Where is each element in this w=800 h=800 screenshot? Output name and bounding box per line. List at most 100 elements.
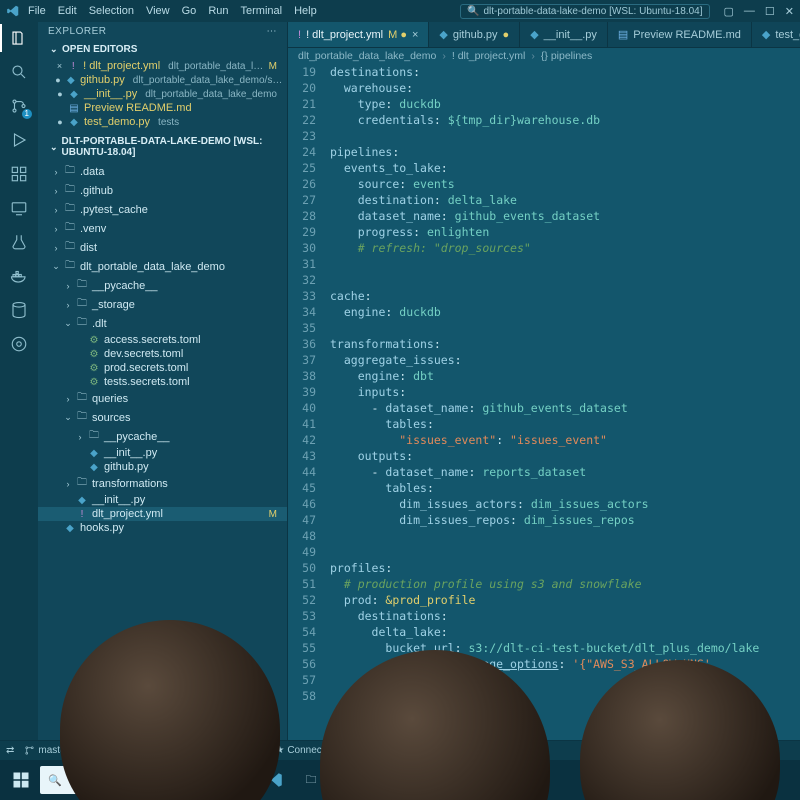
folder-item[interactable]: ⌄🗀.dlt <box>38 314 287 333</box>
gitlens-icon[interactable] <box>9 334 29 354</box>
project-header[interactable]: ⌄DLT-PORTABLE-DATA-LAKE-DEMO [WSL: UBUNT… <box>38 133 287 161</box>
file-item[interactable]: ◆hooks.py <box>38 521 287 535</box>
folder-item[interactable]: ›🗀.github <box>38 181 287 200</box>
activity-bar: 1 <box>0 22 38 740</box>
py-icon: ◆ <box>88 448 100 459</box>
open-editors-header[interactable]: ⌄OPEN EDITORS <box>38 41 287 58</box>
folder-item[interactable]: ⌄🗀sources <box>38 408 287 427</box>
taskbar-search[interactable]: 🔍 Type here to search <box>40 766 220 794</box>
code-content[interactable]: destinations: warehouse: type: duckdb cr… <box>324 64 800 740</box>
folder-item[interactable]: ›🗀dist <box>38 238 287 257</box>
file-item[interactable]: ◆__init__.py <box>38 493 287 507</box>
folder-item[interactable]: ›🗀__pycache__ <box>38 427 287 446</box>
folder-item[interactable]: ›🗀_storage <box>38 295 287 314</box>
connect[interactable]: ★ Connect <box>275 745 324 756</box>
editor-tab[interactable]: !! dlt_project.ymlM ●× <box>288 22 429 47</box>
editor-tab[interactable]: ◆test_d <box>752 22 800 47</box>
code-editor[interactable]: 1920212223242526272829303132333435363738… <box>288 64 800 740</box>
sidebar-title: EXPLORER ⋯ <box>38 22 287 41</box>
folder-item[interactable]: ›🗀.venv <box>38 219 287 238</box>
file-item[interactable]: ⚙prod.secrets.toml <box>38 361 287 375</box>
layout-icon[interactable]: ▢ <box>724 5 734 18</box>
folder-item[interactable]: ›🗀transformations <box>38 474 287 493</box>
explorer-icon[interactable] <box>9 28 29 48</box>
open-editor-item[interactable]: ▤Preview README.md <box>38 101 287 115</box>
remote-indicator[interactable]: ⇄ <box>6 745 14 756</box>
breadcrumb-part[interactable]: ! dlt_project.yml <box>452 50 526 62</box>
breadcrumb[interactable]: dlt_portable_data_lake_demo›! dlt_projec… <box>288 48 800 64</box>
git-branch[interactable]: master* <box>24 745 72 756</box>
editor-tab[interactable]: ◆__init__.py <box>520 22 608 47</box>
vscode-window: File Edit Selection View Go Run Terminal Help 🔍… <box>0 0 800 760</box>
menu-run[interactable]: Run <box>208 5 228 17</box>
folder-icon: 🗀 <box>64 258 76 275</box>
folder-icon: 🗀 <box>88 428 100 445</box>
explorer-sidebar: EXPLORER ⋯ ⌄OPEN EDITORS ×!! dlt_project… <box>38 22 288 740</box>
open-editor-item[interactable]: ×!! dlt_project.ymldlt_portable_data_la.… <box>38 59 287 73</box>
taskbar-explorer-icon[interactable]: 🗀 <box>294 763 328 797</box>
open-editor-item[interactable]: ●◆github.pydlt_portable_data_lake_demo/s… <box>38 73 287 87</box>
file-item[interactable]: ⚙tests.secrets.toml <box>38 375 287 389</box>
folder-item[interactable]: ›🗀__pycache__ <box>38 276 287 295</box>
search-icon: 🔍 <box>48 774 62 787</box>
file-item[interactable]: ⚙access.secrets.toml <box>38 333 287 347</box>
source-control-icon[interactable]: 1 <box>9 96 29 116</box>
taskbar-search-placeholder: Type here to search <box>68 774 165 786</box>
search-icon[interactable] <box>9 62 29 82</box>
minimize-button[interactable]: — <box>744 5 755 18</box>
breadcrumb-part[interactable]: dlt_portable_data_lake_demo <box>298 50 436 62</box>
folder-item[interactable]: ›🗀.pytest_cache <box>38 200 287 219</box>
remote-explorer-icon[interactable] <box>9 198 29 218</box>
editor-tab[interactable]: ▤Preview README.md <box>608 22 752 47</box>
docker-icon[interactable] <box>9 266 29 286</box>
file-item[interactable]: ◆github.py <box>38 460 287 474</box>
git-sync[interactable]: ⟳ <box>83 745 91 756</box>
editor-group: !! dlt_project.ymlM ●×◆github.py●◆__init… <box>288 22 800 740</box>
file-item[interactable]: !dlt_project.ymlM <box>38 507 287 521</box>
py-icon: ◆ <box>68 117 80 128</box>
editor-tab[interactable]: ◆github.py● <box>429 22 520 47</box>
menu-go[interactable]: Go <box>182 5 197 17</box>
task-view-icon[interactable]: ☰ <box>222 763 256 797</box>
maximize-button[interactable]: ☐ <box>765 5 775 18</box>
start-button[interactable] <box>4 763 38 797</box>
ports[interactable]: ⇅ 0 <box>248 745 265 756</box>
menu-file[interactable]: File <box>28 5 46 17</box>
command-center[interactable]: 🔍 dlt-portable-data-lake-demo [WSL: Ubun… <box>460 4 709 19</box>
folder-icon: 🗀 <box>76 390 88 407</box>
menu-view[interactable]: View <box>146 5 170 17</box>
menu-selection[interactable]: Selection <box>89 5 134 17</box>
file-item[interactable]: ⚙dev.secrets.toml <box>38 347 287 361</box>
toml-icon: ⚙ <box>88 377 100 388</box>
editor-tabs: !! dlt_project.ymlM ●×◆github.py●◆__init… <box>288 22 800 48</box>
breadcrumb-part[interactable]: {} pipelines <box>541 50 592 62</box>
toml-icon: ⚙ <box>88 335 100 346</box>
open-editor-item[interactable]: ●◆__init__.pydlt_portable_data_lake_demo <box>38 87 287 101</box>
menu-terminal[interactable]: Terminal <box>241 5 283 17</box>
problems[interactable]: ⊘ 0 △ 0 ⓘ 16 <box>176 743 238 758</box>
launchpad[interactable]: 🚀 Launchpad <box>101 745 166 756</box>
folder-item[interactable]: ›🗀.data <box>38 162 287 181</box>
py-icon: ◆ <box>88 462 100 473</box>
database-icon[interactable] <box>9 300 29 320</box>
folder-item[interactable]: ⌄🗀dlt_portable_data_lake_demo <box>38 257 287 276</box>
py-icon: ◆ <box>68 89 80 100</box>
folder-item[interactable]: ›🗀queries <box>38 389 287 408</box>
menu-edit[interactable]: Edit <box>58 5 77 17</box>
line-gutter: 1920212223242526272829303132333435363738… <box>288 64 324 740</box>
folder-icon: 🗀 <box>76 409 88 426</box>
close-icon[interactable]: × <box>412 29 418 41</box>
file-item[interactable]: ◆__init__.py <box>38 446 287 460</box>
main-area: 1 EXPLORER ⋯ ⌄OPEN EDITORS ×!! dlt_proje… <box>0 22 800 740</box>
extensions-icon[interactable] <box>9 164 29 184</box>
taskbar-vscode-icon[interactable] <box>258 763 292 797</box>
close-button[interactable]: ✕ <box>785 5 794 18</box>
taskbar-terminal-icon[interactable]: ▣ <box>330 763 364 797</box>
more-icon[interactable]: ⋯ <box>267 26 278 37</box>
md-icon: ▤ <box>618 28 628 41</box>
testing-icon[interactable] <box>9 232 29 252</box>
md-icon: ▤ <box>68 103 80 114</box>
open-editor-item[interactable]: ●◆test_demo.pytests <box>38 115 287 129</box>
menu-help[interactable]: Help <box>294 5 317 17</box>
run-debug-icon[interactable] <box>9 130 29 150</box>
